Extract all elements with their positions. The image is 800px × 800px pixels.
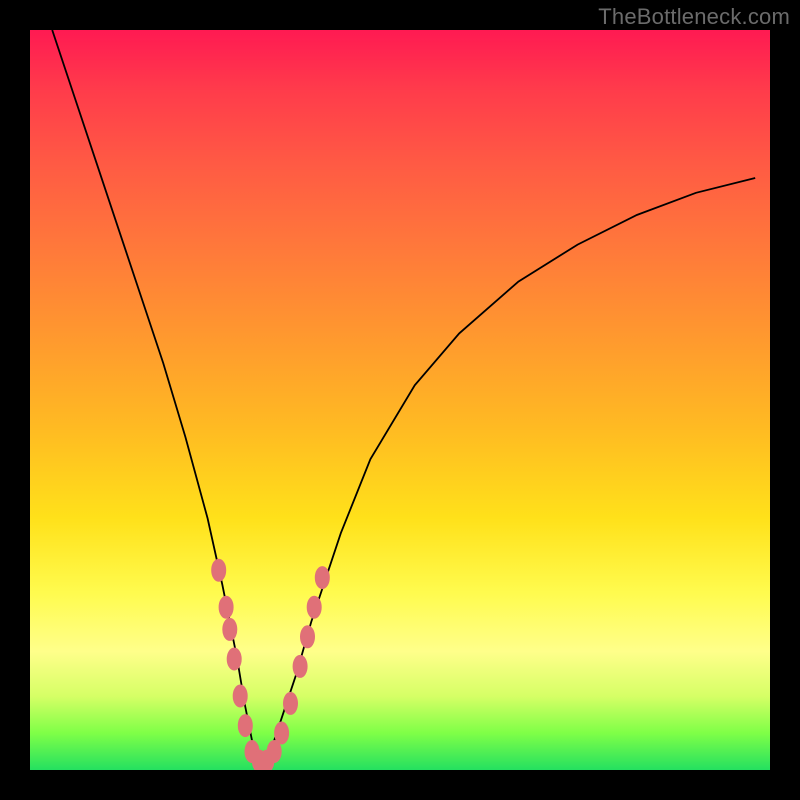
highlight-dot xyxy=(212,559,226,581)
highlight-dot xyxy=(238,715,252,737)
outer-frame: TheBottleneck.com xyxy=(0,0,800,800)
chart-svg xyxy=(30,30,770,770)
bottleneck-curve xyxy=(52,30,755,763)
highlight-dot xyxy=(233,685,247,707)
near-min-cluster xyxy=(212,559,330,770)
highlight-dot xyxy=(227,648,241,670)
highlight-dot xyxy=(301,626,315,648)
highlight-dot xyxy=(219,596,233,618)
highlight-dot xyxy=(293,655,307,677)
highlight-dot xyxy=(275,722,289,744)
plot-area xyxy=(30,30,770,770)
highlight-dot xyxy=(284,692,298,714)
watermark-text: TheBottleneck.com xyxy=(598,4,790,30)
highlight-dot xyxy=(223,618,237,640)
highlight-dot xyxy=(307,596,321,618)
highlight-dot xyxy=(315,567,329,589)
